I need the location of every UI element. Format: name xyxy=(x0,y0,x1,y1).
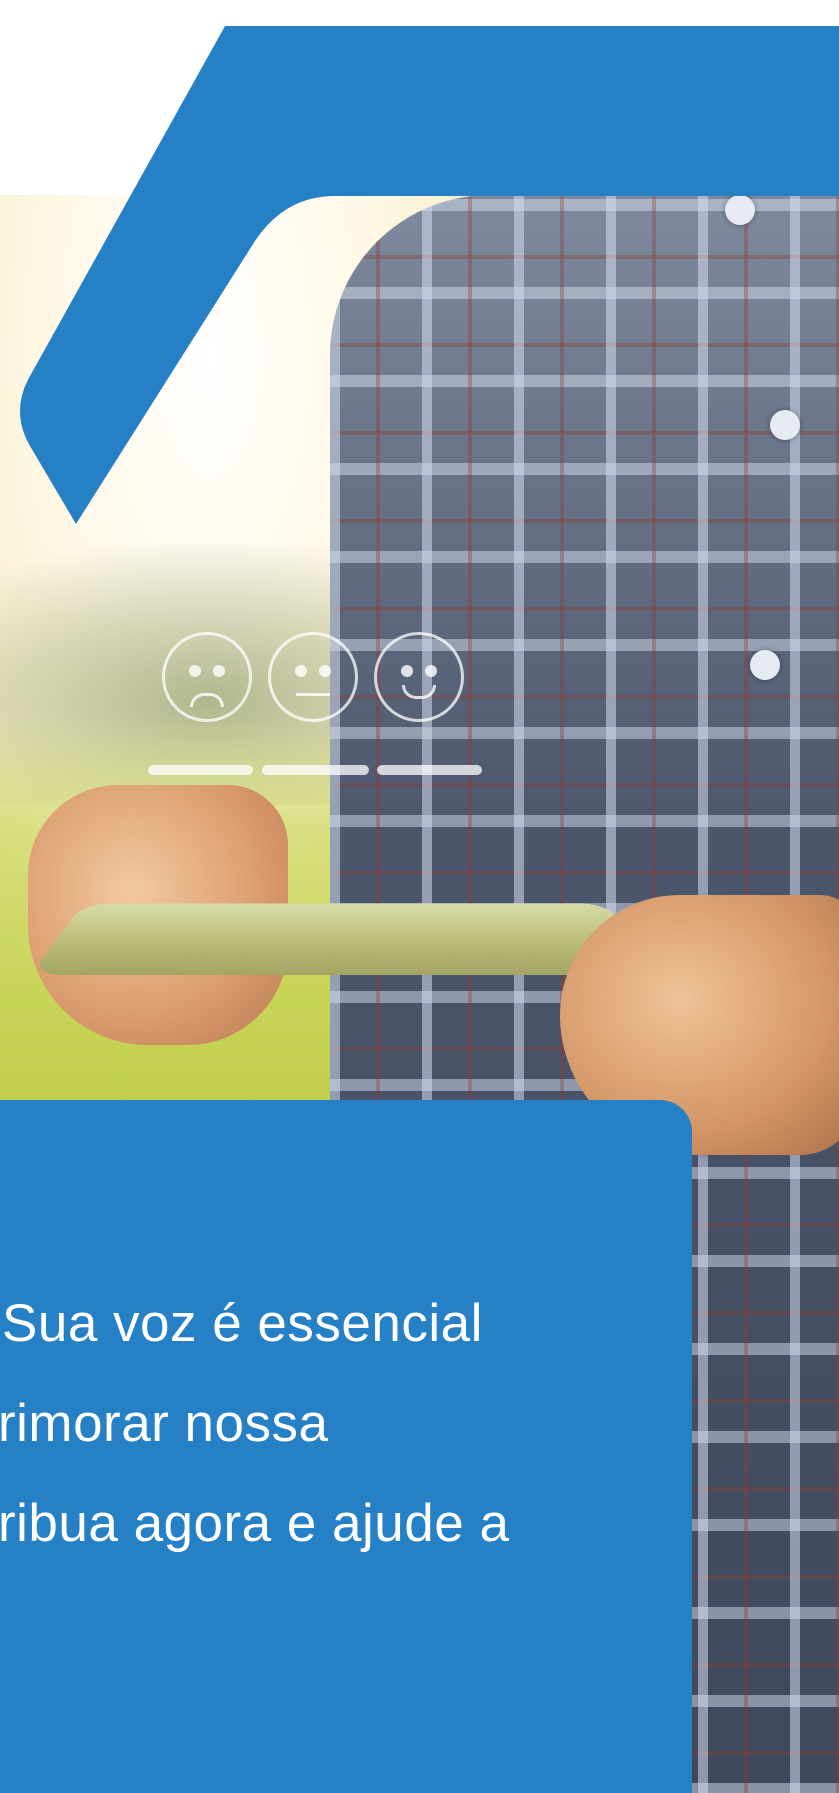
rating-bar xyxy=(377,765,482,775)
blue-chevron-shape xyxy=(20,26,839,524)
message-line-2: rimorar nossa xyxy=(0,1394,329,1453)
neutral-face-icon xyxy=(268,632,358,722)
message-line-3: ribua agora e ajude a xyxy=(0,1494,510,1553)
survey-banner: Sua voz é essencial rimorar nossa ribua … xyxy=(0,0,839,1793)
message-line-1: Sua voz é essencial xyxy=(2,1294,483,1353)
happy-face-icon xyxy=(374,632,464,722)
shirt-button xyxy=(750,650,780,680)
photo-tablet xyxy=(30,903,660,975)
survey-message: Sua voz é essencial rimorar nossa ribua … xyxy=(0,1274,680,1574)
sad-face-icon xyxy=(162,632,252,722)
rating-bar xyxy=(262,765,369,775)
satisfaction-rating-graphic xyxy=(140,630,490,780)
rating-bar xyxy=(148,765,253,775)
